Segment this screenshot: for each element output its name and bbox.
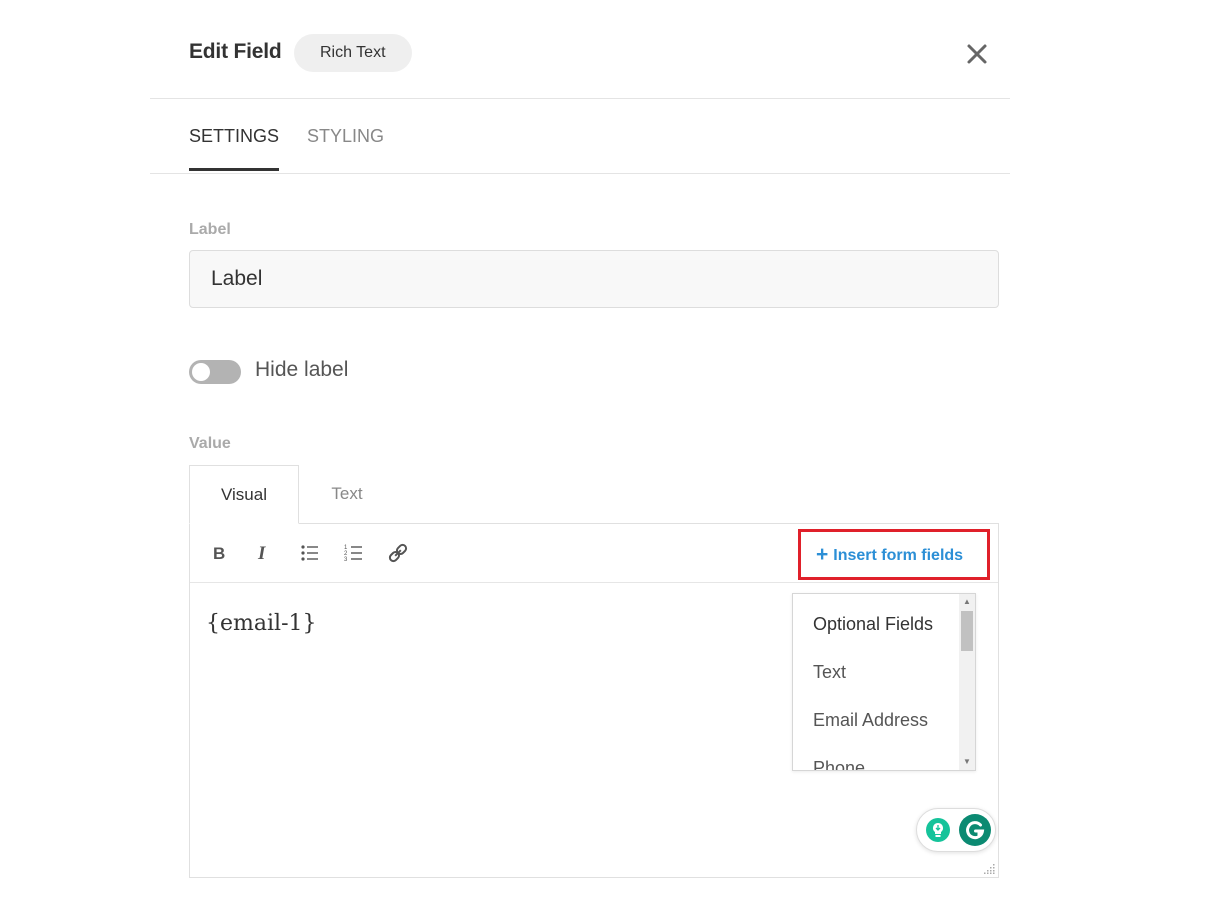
field-type-badge: Rich Text xyxy=(294,34,412,72)
dropdown-scrollbar[interactable]: ▲ ▼ xyxy=(959,594,975,770)
resize-grip-icon[interactable] xyxy=(983,862,995,874)
edit-field-panel: Edit Field Rich Text SETTINGS STYLING La… xyxy=(150,0,1010,908)
dropdown-item-email-address[interactable]: Email Address xyxy=(813,710,928,731)
scrollbar-thumb[interactable] xyxy=(961,611,973,651)
dropdown-item-text[interactable]: Text xyxy=(813,662,846,683)
tab-styling[interactable]: STYLING xyxy=(307,126,384,171)
insert-form-fields-button[interactable]: + Insert form fields xyxy=(798,529,990,580)
svg-text:B: B xyxy=(213,544,225,563)
editor-toolbar: B I 1 2 3 + Insert form fields xyxy=(190,524,998,583)
bulleted-list-button[interactable] xyxy=(298,541,322,565)
hide-label-toggle[interactable] xyxy=(189,360,241,384)
bold-button[interactable]: B xyxy=(207,541,231,565)
panel-header: Edit Field Rich Text xyxy=(150,0,1010,99)
italic-icon: I xyxy=(257,543,266,564)
close-icon xyxy=(967,44,987,64)
settings-tabs: SETTINGS STYLING xyxy=(150,99,1010,174)
numbered-list-button[interactable]: 1 2 3 xyxy=(342,541,366,565)
panel-title: Edit Field xyxy=(189,40,282,63)
scroll-down-arrow-icon[interactable]: ▼ xyxy=(959,755,975,769)
dropdown-item-phone[interactable]: Phone xyxy=(813,758,865,770)
dropdown-group-optional-fields: Optional Fields xyxy=(813,614,934,634)
close-button[interactable] xyxy=(962,39,992,69)
insert-form-fields-label: Insert form fields xyxy=(833,547,964,564)
svg-text:3: 3 xyxy=(344,557,348,563)
link-icon xyxy=(388,543,408,563)
rich-text-editor[interactable]: B I 1 2 3 + Insert form fields {email-1}… xyxy=(189,523,999,878)
tab-visual[interactable]: Visual xyxy=(189,465,299,524)
italic-button[interactable]: I xyxy=(251,541,275,565)
scroll-up-arrow-icon[interactable]: ▲ xyxy=(959,595,975,609)
grammarly-logo-icon[interactable] xyxy=(959,814,991,846)
tab-settings[interactable]: SETTINGS xyxy=(189,126,280,171)
editor-content[interactable]: {email-1} xyxy=(206,611,317,636)
svg-text:I: I xyxy=(257,543,266,564)
link-button[interactable] xyxy=(386,541,410,565)
label-field-label: Label xyxy=(189,221,231,238)
lightbulb-icon[interactable] xyxy=(925,817,951,843)
bulleted-list-icon xyxy=(301,545,318,561)
toggle-knob xyxy=(192,363,210,381)
value-field-label: Value xyxy=(189,435,231,452)
label-input[interactable]: Label xyxy=(189,250,999,308)
bold-icon: B xyxy=(213,544,225,563)
hide-label-text: Hide label xyxy=(255,358,349,381)
tab-text[interactable]: Text xyxy=(300,465,394,524)
numbered-list-icon: 1 2 3 xyxy=(344,545,362,563)
form-fields-dropdown[interactable]: Optional Fields Text Email Address Phone… xyxy=(792,593,976,771)
grammarly-widget[interactable] xyxy=(916,808,996,852)
plus-icon: + xyxy=(816,543,829,566)
